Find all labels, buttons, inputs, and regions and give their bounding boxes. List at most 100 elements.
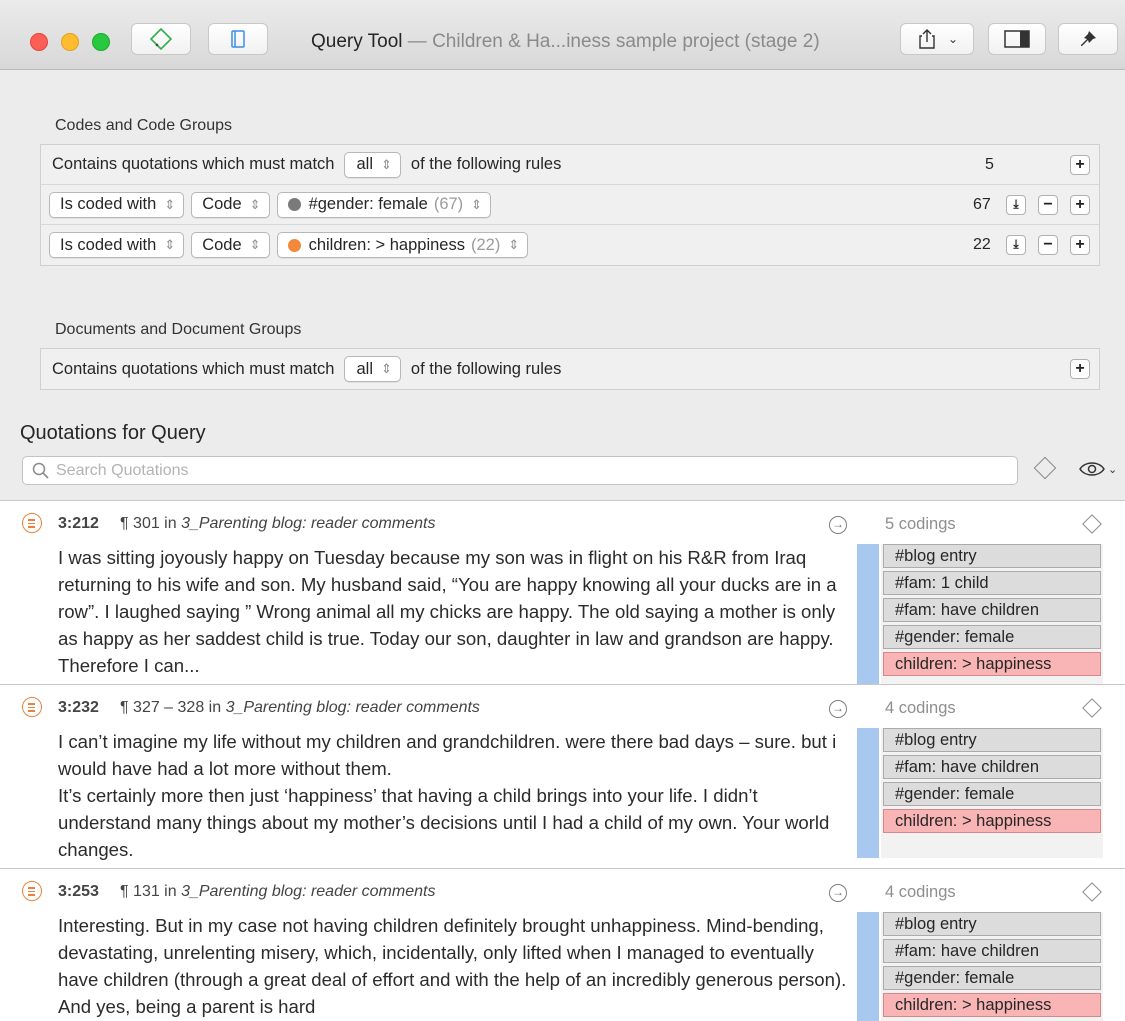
quotation-id: 3:212 <box>58 515 99 532</box>
code-frequency: (67) <box>433 195 464 213</box>
add-rule-button[interactable]: + <box>1070 155 1090 175</box>
quotation-text: I can’t imagine my life without my child… <box>58 731 837 860</box>
code-chip-highlight[interactable]: children: > happiness <box>883 809 1101 833</box>
match-mode-value: all <box>356 359 373 378</box>
updown-arrows-icon: ⇕ <box>164 237 176 252</box>
quotation-text: I was sitting joyously happy on Tuesday … <box>58 547 837 676</box>
operator-value: Is coded with <box>60 235 157 254</box>
code-select[interactable]: children: > happiness (22) ⇕ <box>276 232 529 258</box>
toggle-sidebar-button[interactable] <box>988 23 1046 55</box>
search-quotations-field[interactable] <box>22 456 1018 485</box>
add-rule-button[interactable]: + <box>1070 359 1090 379</box>
code-chip[interactable]: #gender: female <box>883 782 1101 806</box>
updown-arrows-icon: ⇕ <box>249 196 261 212</box>
share-icon <box>919 29 935 49</box>
view-options-button[interactable]: ⌄ <box>1078 460 1117 478</box>
quotations-heading: Quotations for Query <box>20 422 206 444</box>
codes-section-label: Codes and Code Groups <box>55 117 232 134</box>
code-select[interactable]: #gender: female (67) ⇕ <box>276 191 492 218</box>
document-name: 3_Parenting blog: reader comments <box>181 515 436 532</box>
document-button[interactable] <box>208 23 268 55</box>
pin-button[interactable] <box>1058 23 1118 55</box>
match-mode-select[interactable]: all ⇕ <box>344 356 401 382</box>
kind-value: Code <box>202 235 242 254</box>
code-chip[interactable]: #fam: have children <box>883 598 1101 622</box>
match-mode-select[interactable]: all ⇕ <box>344 151 401 178</box>
quotation-location: ¶ 301 in 3_Parenting blog: reader commen… <box>120 515 435 533</box>
add-rule-button[interactable]: + <box>1070 195 1090 215</box>
quotation-item[interactable]: 3:232 ¶ 327 – 328 in 3_Parenting blog: r… <box>0 685 1125 869</box>
document-name: 3_Parenting blog: reader comments <box>181 883 436 900</box>
quotation-bar <box>857 912 879 1021</box>
codes-match-row: Contains quotations which must match all… <box>41 145 1099 185</box>
search-input[interactable] <box>56 461 1006 480</box>
code-value: children: > happiness <box>308 235 465 254</box>
close-window-button[interactable] <box>30 33 48 51</box>
quotation-bar <box>857 544 879 684</box>
match-prefix: Contains quotations which must match <box>52 359 335 378</box>
match-suffix: of the following rules <box>410 359 562 378</box>
minimize-window-button[interactable] <box>61 33 79 51</box>
code-value: #gender: female <box>308 195 428 213</box>
codes-rules-box: Contains quotations which must match all… <box>40 144 1100 266</box>
updown-arrows-icon: ⇕ <box>381 156 392 172</box>
quotations-list: 3:212 ¶ 301 in 3_Parenting blog: reader … <box>0 500 1125 1021</box>
code-chip[interactable]: #fam: have children <box>883 939 1101 963</box>
code-chip-highlight[interactable]: children: > happiness <box>883 652 1101 676</box>
go-to-quotation-icon[interactable]: → <box>829 884 847 902</box>
kind-select[interactable]: Code ⇕ <box>191 232 270 258</box>
codes-result-count: 5 <box>985 156 994 173</box>
code-chip[interactable]: #fam: 1 child <box>883 571 1101 595</box>
pin-icon <box>1081 31 1096 46</box>
code-chip[interactable]: #blog entry <box>883 912 1101 936</box>
kind-select[interactable]: Code ⇕ <box>191 191 270 218</box>
title-bar: Query Tool — Children & Ha...iness sampl… <box>0 0 1125 70</box>
paragraph-ref: ¶ 327 – 328 in <box>120 699 226 716</box>
code-chip[interactable]: #blog entry <box>883 544 1101 568</box>
code-chip[interactable]: #gender: female <box>883 625 1101 649</box>
export-rule-button[interactable]: ⤓ <box>1006 195 1026 215</box>
code-button[interactable] <box>131 23 191 55</box>
quotation-item[interactable]: 3:212 ¶ 301 in 3_Parenting blog: reader … <box>0 501 1125 685</box>
match-mode-value: all <box>356 155 373 173</box>
code-chip[interactable]: #fam: have children <box>883 755 1101 779</box>
go-to-quotation-icon[interactable]: → <box>829 516 847 534</box>
updown-arrows-icon: ⇕ <box>471 196 483 212</box>
updown-arrows-icon: ⇕ <box>508 237 520 252</box>
rule-count: 22 <box>973 236 991 253</box>
match-suffix: of the following rules <box>410 155 562 173</box>
add-code-icon[interactable] <box>1082 514 1102 534</box>
code-chip[interactable]: #gender: female <box>883 966 1101 990</box>
quotation-bar <box>857 728 879 858</box>
operator-select[interactable]: Is coded with ⇕ <box>49 232 185 258</box>
add-code-icon[interactable] <box>1082 882 1102 902</box>
quotation-id: 3:232 <box>58 699 99 716</box>
add-rule-button[interactable]: + <box>1070 235 1090 255</box>
document-icon <box>231 30 245 48</box>
quotation-icon <box>22 881 42 901</box>
quotation-icon <box>22 697 42 717</box>
remove-rule-button[interactable]: − <box>1038 235 1058 255</box>
remove-rule-button[interactable]: − <box>1038 195 1058 215</box>
export-rule-button[interactable]: ⤓ <box>1006 235 1026 255</box>
quotation-item[interactable]: 3:253 ¶ 131 in 3_Parenting blog: reader … <box>0 869 1125 1021</box>
zoom-window-button[interactable] <box>92 33 110 51</box>
share-menu-button[interactable]: ⌄ <box>900 23 974 55</box>
code-frequency: (22) <box>470 235 501 254</box>
documents-match-row: Contains quotations which must match all… <box>41 349 1099 389</box>
match-prefix: Contains quotations which must match <box>52 155 335 173</box>
codings-count: 4 codings <box>885 699 956 717</box>
code-chip[interactable]: #blog entry <box>883 728 1101 752</box>
documents-rules-box: Contains quotations which must match all… <box>40 348 1100 390</box>
code-chip-highlight[interactable]: children: > happiness <box>883 993 1101 1017</box>
go-to-quotation-icon[interactable]: → <box>829 700 847 718</box>
code-filter-icon[interactable] <box>1033 456 1057 480</box>
kind-value: Code <box>202 195 242 213</box>
document-name: 3_Parenting blog: reader comments <box>225 699 480 716</box>
quotation-location: ¶ 327 – 328 in 3_Parenting blog: reader … <box>120 699 480 717</box>
code-color-dot <box>287 198 301 211</box>
operator-select[interactable]: Is coded with ⇕ <box>49 191 185 218</box>
codings-count: 5 codings <box>885 515 956 533</box>
add-code-icon[interactable] <box>1082 698 1102 718</box>
quotation-location: ¶ 131 in 3_Parenting blog: reader commen… <box>120 883 435 901</box>
